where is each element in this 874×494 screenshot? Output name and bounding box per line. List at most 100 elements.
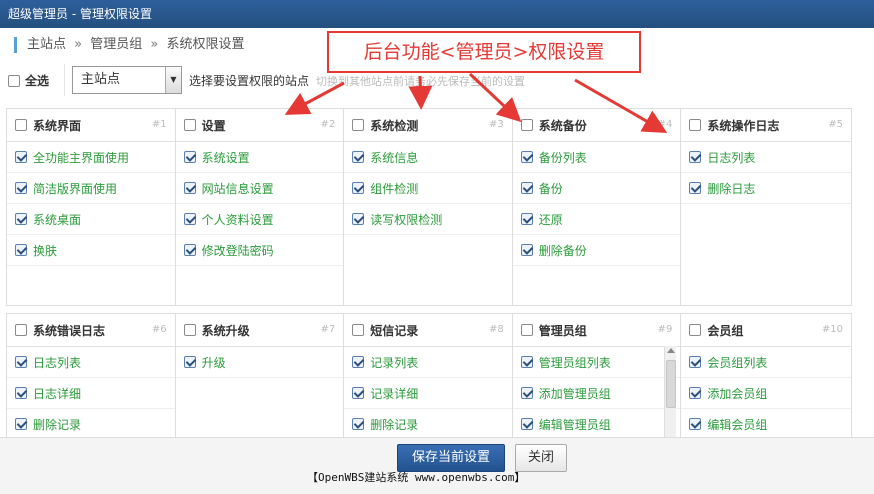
module-checkbox[interactable]: [183, 324, 196, 336]
permission-checkbox[interactable]: [183, 182, 196, 194]
permission-checkbox[interactable]: [15, 418, 27, 430]
module-checkbox[interactable]: [689, 324, 702, 336]
permission-checkbox[interactable]: [15, 213, 27, 225]
module-checkbox[interactable]: [15, 324, 27, 336]
permission-item[interactable]: 编辑会员组: [681, 409, 851, 437]
permission-item[interactable]: 读写权限检测: [344, 204, 512, 235]
scroll-up-icon[interactable]: [667, 348, 676, 353]
permission-checkbox[interactable]: [183, 356, 196, 368]
module-scrollbar[interactable]: [664, 346, 677, 437]
module-checkbox[interactable]: [15, 119, 27, 131]
permission-item[interactable]: 系统设置: [175, 142, 344, 173]
module-header[interactable]: 系统界面 #1: [7, 109, 175, 142]
permission-checkbox[interactable]: [689, 387, 702, 399]
permission-label: 网站信息设置: [201, 181, 274, 196]
module-header[interactable]: 系统操作日志 #5: [681, 109, 851, 142]
save-settings-button[interactable]: 保存当前设置: [397, 444, 505, 472]
permission-checkbox[interactable]: [520, 356, 533, 368]
permission-item[interactable]: 添加管理员组: [512, 378, 681, 409]
permission-checkbox[interactable]: [520, 151, 533, 163]
chevron-down-icon[interactable]: ▼: [165, 67, 181, 93]
permission-checkbox[interactable]: [520, 244, 533, 256]
module-checkbox[interactable]: [689, 119, 702, 131]
permission-item[interactable]: 备份: [512, 173, 681, 204]
permission-checkbox[interactable]: [15, 244, 27, 256]
module-checkbox[interactable]: [352, 324, 365, 336]
permission-item[interactable]: 系统桌面: [7, 204, 175, 235]
permission-checkbox[interactable]: [520, 182, 533, 194]
permission-item[interactable]: 会员组列表: [681, 347, 851, 378]
permission-checkbox[interactable]: [520, 387, 533, 399]
module-header[interactable]: 管理员组 #9: [512, 314, 681, 347]
permission-label: 简洁版界面使用: [33, 181, 118, 196]
permission-item[interactable]: 网站信息设置: [175, 173, 344, 204]
close-button[interactable]: 关闭: [515, 444, 567, 472]
permission-label: 删除日志: [707, 181, 756, 196]
permission-checkbox[interactable]: [689, 151, 702, 163]
permission-item[interactable]: 删除记录: [344, 409, 512, 437]
permission-checkbox[interactable]: [15, 182, 27, 194]
permission-checkbox[interactable]: [352, 182, 365, 194]
breadcrumb-item-site[interactable]: 主站点: [27, 37, 66, 52]
permission-item[interactable]: 简洁版界面使用: [7, 173, 175, 204]
module-header[interactable]: 短信记录 #8: [344, 314, 512, 347]
permission-grid-row-2: 系统错误日志 #6 日志列表 日志详细 删除记录 系统升级 #7 升级 短信记录 #8 记录列表 记录…: [6, 313, 852, 437]
permission-checkbox[interactable]: [689, 418, 702, 430]
permission-checkbox[interactable]: [183, 151, 196, 163]
permission-checkbox[interactable]: [183, 213, 196, 225]
permission-checkbox[interactable]: [15, 151, 27, 163]
breadcrumb-item-group[interactable]: 管理员组: [90, 37, 142, 52]
site-select[interactable]: 主站点 ▼: [72, 66, 182, 94]
scrollbar-thumb[interactable]: [666, 360, 677, 408]
permission-checkbox[interactable]: [15, 356, 27, 368]
permission-checkbox[interactable]: [689, 356, 702, 368]
module-header[interactable]: 系统错误日志 #6: [7, 314, 175, 347]
permission-item[interactable]: 记录列表: [344, 347, 512, 378]
permission-checkbox[interactable]: [352, 356, 365, 368]
breadcrumb-item-current: 系统权限设置: [166, 37, 245, 52]
permission-module: 系统界面 #1 全功能主界面使用简洁版界面使用 系统桌面换肤: [7, 109, 176, 305]
module-checkbox[interactable]: [352, 119, 365, 131]
permission-item[interactable]: 添加会员组: [681, 378, 851, 409]
permission-checkbox[interactable]: [352, 418, 365, 430]
permission-item[interactable]: 管理员组列表: [512, 347, 681, 378]
permission-item[interactable]: 删除日志: [681, 173, 851, 204]
module-header[interactable]: 系统检测 #3: [344, 109, 512, 142]
permission-item[interactable]: 换肤: [7, 235, 175, 266]
permission-checkbox[interactable]: [352, 387, 365, 399]
module-checkbox[interactable]: [520, 119, 533, 131]
permission-item[interactable]: 全功能主界面使用: [7, 142, 175, 173]
permission-checkbox[interactable]: [352, 213, 365, 225]
permission-checkbox[interactable]: [520, 418, 533, 430]
permission-checkbox[interactable]: [689, 182, 702, 194]
permission-item[interactable]: 记录详细: [344, 378, 512, 409]
permission-item[interactable]: 还原: [512, 204, 681, 235]
permission-item[interactable]: 系统信息: [344, 142, 512, 173]
permission-checkbox[interactable]: [15, 387, 27, 399]
select-all[interactable]: 全选: [8, 72, 49, 89]
module-number: #4: [657, 119, 673, 130]
module-header[interactable]: 系统升级 #7: [175, 314, 344, 347]
select-all-checkbox[interactable]: [8, 74, 20, 87]
permission-item[interactable]: 修改登陆密码: [175, 235, 344, 266]
permission-item[interactable]: 组件检测: [344, 173, 512, 204]
permission-item[interactable]: 删除记录: [7, 409, 175, 437]
permission-item[interactable]: 日志详细: [7, 378, 175, 409]
permission-checkbox[interactable]: [352, 151, 365, 163]
permission-checkbox[interactable]: [520, 213, 533, 225]
permission-item[interactable]: 个人资料设置: [175, 204, 344, 235]
permission-item[interactable]: 日志列表: [7, 347, 175, 378]
permission-item[interactable]: 编辑管理员组: [513, 409, 681, 437]
permission-label: 系统桌面: [33, 212, 82, 227]
permission-item[interactable]: 升级: [175, 347, 344, 378]
permission-item[interactable]: 日志列表: [681, 142, 851, 173]
permission-label: 修改登陆密码: [201, 243, 274, 258]
module-header[interactable]: 系统备份 #4: [512, 109, 681, 142]
permission-item[interactable]: 删除备份: [512, 235, 681, 266]
module-header[interactable]: 设置 #2: [175, 109, 344, 142]
module-checkbox[interactable]: [520, 324, 533, 336]
permission-item[interactable]: 备份列表: [512, 142, 681, 173]
module-header[interactable]: 会员组 #10: [681, 314, 851, 347]
permission-checkbox[interactable]: [183, 244, 196, 256]
module-checkbox[interactable]: [183, 119, 196, 131]
